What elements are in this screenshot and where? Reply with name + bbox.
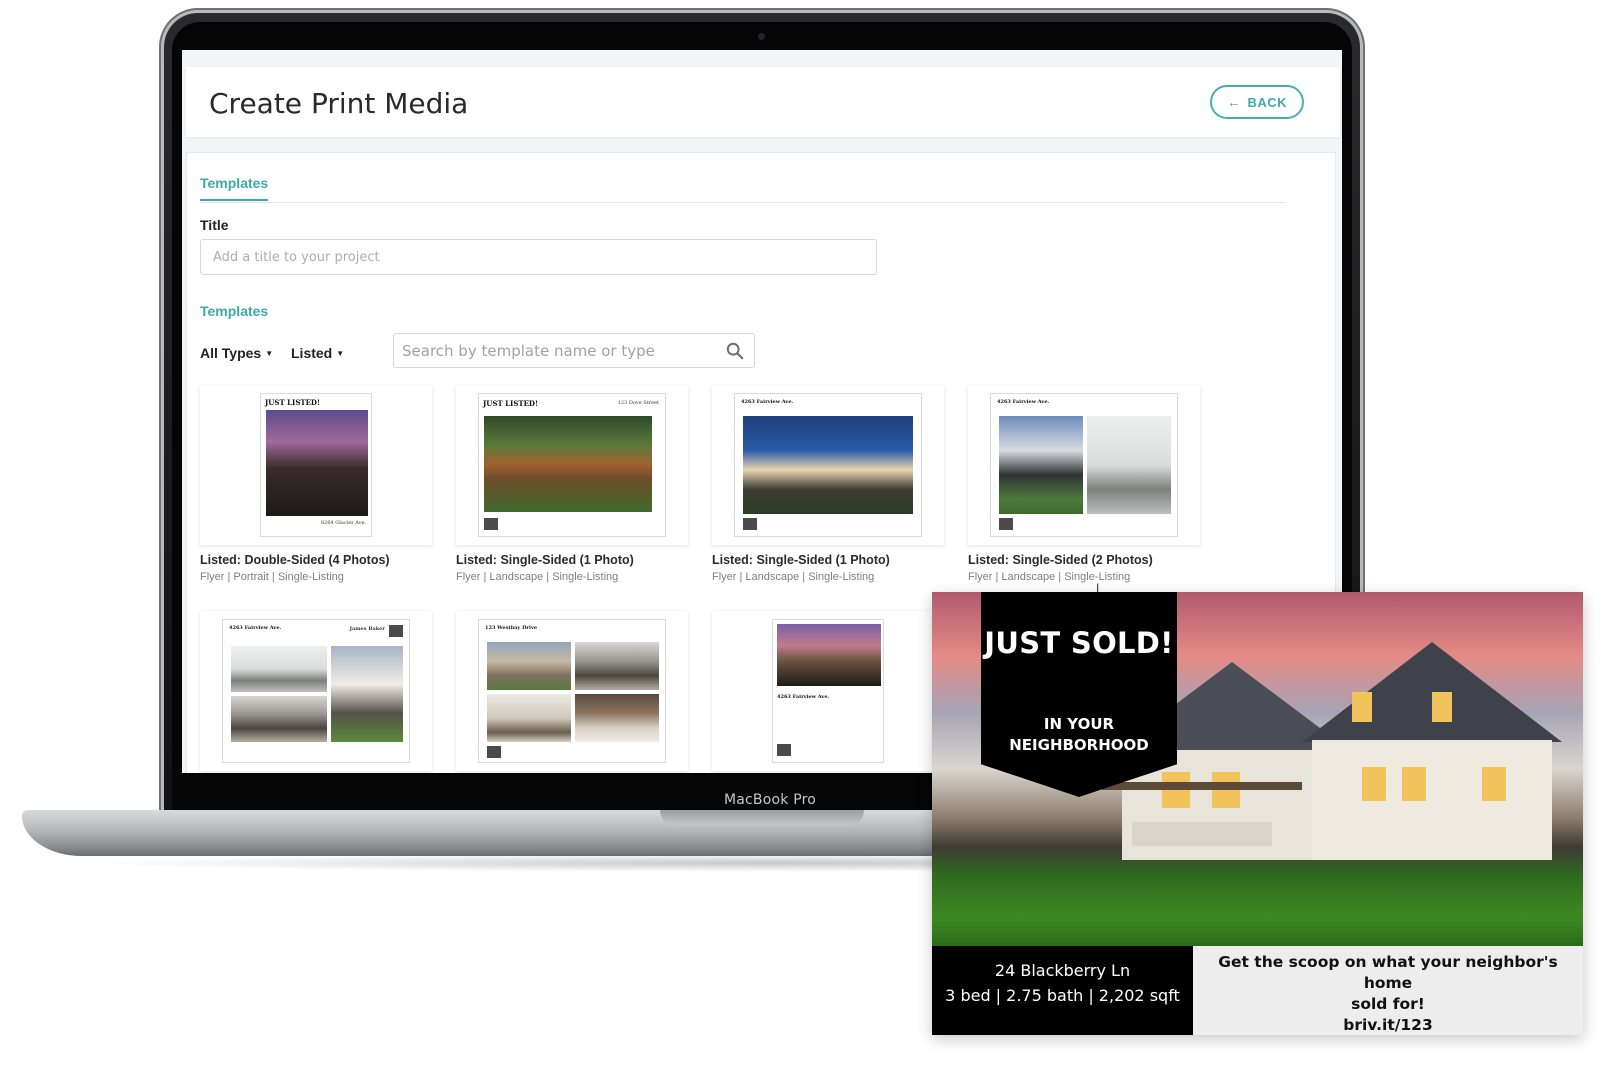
- template-preview: 4263 Fairview Ave.: [772, 619, 884, 763]
- template-card[interactable]: JUST LISTED! 8264 Glacier Ave. Listed: D…: [200, 385, 432, 583]
- caret-down-icon: ▼: [336, 348, 345, 358]
- preview-heading: 4263 Fairview Ave.: [997, 399, 1050, 405]
- cta-link: briv.it/123: [1343, 1016, 1433, 1034]
- banner-subline: IN YOUR NEIGHBORHOOD: [981, 714, 1177, 756]
- cta-line-1: Get the scoop on what your neighbor's ho…: [1218, 953, 1558, 992]
- listing-specs: 3 bed | 2.75 bath | 2,202 sqft: [945, 986, 1180, 1005]
- bedroom-photo: [575, 694, 659, 742]
- banner-subline-2: NEIGHBORHOOD: [1009, 736, 1149, 754]
- template-thumbnail: 4263 Fairview Ave.: [968, 385, 1200, 545]
- preview-heading: 4263 Fairview Ave.: [229, 625, 282, 631]
- status-filter-dropdown[interactable]: Listed ▼: [291, 345, 344, 361]
- agent-photo: [999, 518, 1013, 530]
- template-search: [393, 333, 755, 368]
- type-filter-label: All Types: [200, 345, 262, 361]
- house-photo: [484, 416, 652, 512]
- camera-icon: [758, 33, 765, 40]
- preview-heading: JUST LISTED!: [265, 398, 321, 407]
- preview-agent-name: James Baker: [349, 626, 385, 632]
- preview-heading: 4263 Fairview Ave.: [777, 694, 830, 700]
- template-card[interactable]: 4263 Fairview Ave.: [712, 611, 944, 771]
- preview-address: 8264 Glacier Ave.: [320, 520, 366, 526]
- type-filter-dropdown[interactable]: All Types ▼: [200, 345, 273, 361]
- template-name: Listed: Single-Sided (2 Photos): [968, 553, 1153, 567]
- laptop-notch: [660, 810, 864, 826]
- listing-details: 24 Blackberry Ln 3 bed | 2.75 bath | 2,2…: [932, 946, 1193, 1035]
- interior-photo: [231, 646, 327, 692]
- device-label: MacBook Pro: [723, 792, 817, 808]
- tab-templates[interactable]: Templates: [200, 175, 269, 201]
- postcard-house-photo: JUST SOLD! IN YOUR NEIGHBORHOOD: [932, 592, 1583, 946]
- agent-photo: [777, 744, 791, 756]
- template-meta: Flyer | Portrait | Single-Listing: [200, 571, 344, 583]
- title-label: Title: [200, 217, 229, 233]
- house-photo: [266, 410, 368, 516]
- template-preview: 4263 Fairview Ave. James Baker: [222, 619, 410, 763]
- caret-down-icon: ▼: [265, 348, 274, 358]
- template-preview: 4263 Fairview Ave.: [734, 393, 922, 537]
- template-thumbnail: 4263 Fairview Ave.: [712, 611, 944, 771]
- house-photo: [777, 624, 881, 686]
- template-card[interactable]: 4263 Fairview Ave. Listed: Single-Sided …: [968, 385, 1200, 583]
- template-meta: Flyer | Landscape | Single-Listing: [968, 571, 1131, 583]
- interior-photo: [1087, 416, 1171, 514]
- just-sold-postcard: JUST SOLD! IN YOUR NEIGHBORHOOD 24 Black…: [932, 592, 1583, 1035]
- house-photo: [331, 646, 403, 742]
- listing-address: 24 Blackberry Ln: [994, 961, 1131, 980]
- template-preview: JUST LISTED! 8264 Glacier Ave.: [260, 393, 372, 537]
- template-name: Listed: Double-Sided (4 Photos): [200, 553, 390, 567]
- template-thumbnail: JUST LISTED! 8264 Glacier Ave.: [200, 385, 432, 545]
- page-title: Create Print Media: [209, 87, 469, 120]
- search-icon[interactable]: [726, 342, 744, 360]
- template-meta: Flyer | Landscape | Single-Listing: [712, 571, 875, 583]
- house-photo: [743, 416, 913, 514]
- agent-photo: [743, 518, 757, 530]
- template-card[interactable]: 4263 Fairview Ave. Listed: Single-Sided …: [712, 385, 944, 583]
- templates-heading: Templates: [200, 303, 269, 319]
- template-card[interactable]: 123 Westbay Drive: [456, 611, 688, 771]
- page-header: Create Print Media ← BACK: [186, 67, 1340, 137]
- kitchen-photo: [575, 642, 659, 690]
- template-preview: JUST LISTED! 123 Dove Street: [478, 393, 666, 537]
- just-sold-banner: JUST SOLD! IN YOUR NEIGHBORHOOD: [981, 592, 1177, 797]
- house-photo: [999, 416, 1083, 514]
- tab-bar: Templates: [200, 175, 1286, 203]
- preview-heading: JUST LISTED!: [483, 399, 539, 408]
- template-thumbnail: 123 Westbay Drive: [456, 611, 688, 771]
- back-button[interactable]: ← BACK: [1210, 85, 1304, 119]
- template-card[interactable]: JUST LISTED! 123 Dove Street Listed: Sin…: [456, 385, 688, 583]
- template-name: Listed: Single-Sided (1 Photo): [712, 553, 890, 567]
- template-preview: 4263 Fairview Ave.: [990, 393, 1178, 537]
- template-preview: 123 Westbay Drive: [478, 619, 666, 763]
- agent-photo: [487, 746, 501, 758]
- status-filter-label: Listed: [291, 345, 333, 361]
- template-name: Listed: Single-Sided (1 Photo): [456, 553, 634, 567]
- preview-heading: 4263 Fairview Ave.: [741, 399, 794, 405]
- template-search-input[interactable]: [394, 334, 714, 367]
- kitchen-photo: [231, 696, 327, 742]
- preview-address: 123 Dove Street: [617, 400, 659, 406]
- banner-headline: JUST SOLD!: [984, 626, 1174, 660]
- text-cursor-icon: I: [1096, 581, 1100, 595]
- agent-photo: [389, 625, 403, 637]
- template-thumbnail: JUST LISTED! 123 Dove Street: [456, 385, 688, 545]
- template-card[interactable]: 4263 Fairview Ave. James Baker: [200, 611, 432, 771]
- arrow-left-icon: ←: [1226, 94, 1242, 110]
- agent-photo: [484, 518, 498, 530]
- cta-line-2: sold for!: [1351, 995, 1425, 1013]
- dining-photo: [487, 694, 571, 742]
- postcard-cta: Get the scoop on what your neighbor's ho…: [1193, 946, 1583, 1035]
- template-thumbnail: 4263 Fairview Ave. James Baker: [200, 611, 432, 771]
- preview-heading: 123 Westbay Drive: [485, 625, 538, 631]
- house-photo: [487, 642, 571, 690]
- template-thumbnail: 4263 Fairview Ave.: [712, 385, 944, 545]
- title-input[interactable]: [200, 239, 877, 275]
- back-button-label: BACK: [1247, 94, 1288, 110]
- banner-subline-1: IN YOUR: [1043, 715, 1115, 733]
- template-meta: Flyer | Landscape | Single-Listing: [456, 571, 619, 583]
